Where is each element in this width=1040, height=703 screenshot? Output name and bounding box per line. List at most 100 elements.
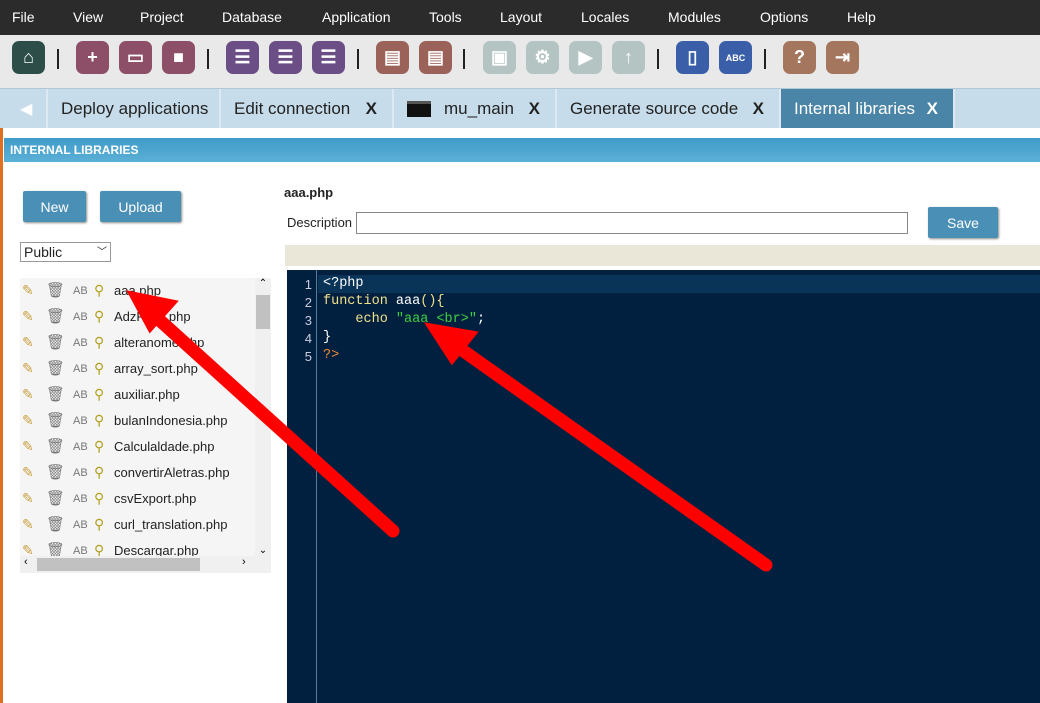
manual-icon[interactable]: ▯ — [676, 41, 709, 74]
new-project-icon[interactable]: + — [76, 41, 109, 74]
tab-mu-main[interactable]: mu_main X — [394, 89, 557, 128]
file-row[interactable]: ✎ 🗑 AB ⚲ curl_translation.php — [20, 513, 255, 539]
search-icon[interactable]: ⚲ — [94, 516, 104, 533]
file-row[interactable]: ✎ 🗑 AB ⚲ Calculaldade.php — [20, 435, 255, 461]
file-name-link[interactable]: Calculaldade.php — [114, 439, 214, 454]
tab-deploy-applications[interactable]: Deploy applications — [48, 89, 221, 128]
search-icon[interactable]: ⚲ — [94, 412, 104, 429]
file-row[interactable]: ✎ 🗑 AB ⚲ array_sort.php — [20, 357, 255, 383]
vertical-scrollbar[interactable]: ⌃ ⌄ — [255, 278, 271, 556]
menu-layout[interactable]: Layout — [500, 9, 542, 25]
trash-icon[interactable]: 🗑 — [46, 515, 65, 533]
edit-icon[interactable]: ✎ — [22, 412, 34, 429]
file-name-link[interactable]: curl_translation.php — [114, 517, 227, 532]
file-row[interactable]: ✎ 🗑 AB ⚲ aaa.php — [20, 279, 255, 305]
run-icon[interactable]: ▶ — [569, 41, 602, 74]
file-row[interactable]: ✎ 🗑 AB ⚲ AdzFunc.php — [20, 305, 255, 331]
settings-icon[interactable]: ⚙ — [526, 41, 559, 74]
search-icon[interactable]: ⚲ — [94, 386, 104, 403]
trash-icon[interactable]: 🗑 — [46, 359, 65, 377]
edit-icon[interactable]: ✎ — [22, 282, 34, 299]
menu-help[interactable]: Help — [847, 9, 876, 25]
save-button[interactable]: Save — [928, 207, 998, 238]
documents-icon[interactable]: ▤ — [419, 41, 452, 74]
new-app-icon[interactable]: ☰ — [226, 41, 259, 74]
edit-icon[interactable]: ✎ — [22, 490, 34, 507]
rename-icon[interactable]: AB — [73, 363, 88, 375]
exit-icon[interactable]: ⇥ — [826, 41, 859, 74]
help-icon[interactable]: ? — [783, 41, 816, 74]
description-input[interactable] — [356, 212, 908, 234]
upload-button[interactable]: Upload — [100, 191, 181, 222]
close-icon[interactable]: X — [753, 99, 764, 119]
search-icon[interactable]: ⚲ — [94, 282, 104, 299]
search-icon[interactable]: ⚲ — [94, 464, 104, 481]
menu-locales[interactable]: Locales — [581, 9, 629, 25]
file-name-link[interactable]: AdzFunc.php — [114, 309, 191, 324]
trash-icon[interactable]: 🗑 — [46, 463, 65, 481]
file-row[interactable]: ✎ 🗑 AB ⚲ auxiliar.php — [20, 383, 255, 409]
rename-icon[interactable]: AB — [73, 337, 88, 349]
project-box-icon[interactable]: ■ — [162, 41, 195, 74]
rename-icon[interactable]: AB — [73, 311, 88, 323]
rename-icon[interactable]: AB — [73, 467, 88, 479]
edit-icon[interactable]: ✎ — [22, 334, 34, 351]
menu-options[interactable]: Options — [760, 9, 808, 25]
rename-icon[interactable]: AB — [73, 389, 88, 401]
search-icon[interactable]: ⚲ — [94, 334, 104, 351]
edit-icon[interactable]: ✎ — [22, 516, 34, 533]
rename-icon[interactable]: AB — [73, 415, 88, 427]
menu-application[interactable]: Application — [322, 9, 391, 25]
close-icon[interactable]: X — [927, 99, 938, 119]
file-name-link[interactable]: convertirAletras.php — [114, 465, 230, 480]
close-icon[interactable]: X — [529, 99, 540, 119]
search-icon[interactable]: ⚲ — [94, 360, 104, 377]
search-icon[interactable]: ⚲ — [94, 308, 104, 325]
menu-tools[interactable]: Tools — [429, 9, 462, 25]
edit-icon[interactable]: ✎ — [22, 464, 34, 481]
tab-edit-connection[interactable]: Edit connection X — [221, 89, 394, 128]
trash-icon[interactable]: 🗑 — [46, 437, 65, 455]
trash-icon[interactable]: 🗑 — [46, 307, 65, 325]
save-icon[interactable]: ▣ — [483, 41, 516, 74]
file-name-link[interactable]: auxiliar.php — [114, 387, 180, 402]
menu-file[interactable]: File — [12, 9, 35, 25]
rename-icon[interactable]: AB — [73, 519, 88, 531]
list-apps-icon[interactable]: ☰ — [312, 41, 345, 74]
menu-view[interactable]: View — [73, 9, 103, 25]
menu-modules[interactable]: Modules — [668, 9, 721, 25]
file-name-link[interactable]: alteranome.php — [114, 335, 204, 350]
close-icon[interactable]: X — [366, 99, 377, 119]
rename-icon[interactable]: AB — [73, 441, 88, 453]
trash-icon[interactable]: 🗑 — [46, 411, 65, 429]
menu-project[interactable]: Project — [140, 9, 184, 25]
file-row[interactable]: ✎ 🗑 AB ⚲ csvExport.php — [20, 487, 255, 513]
home-icon[interactable]: ⌂ — [12, 41, 45, 74]
trash-icon[interactable]: 🗑 — [46, 281, 65, 299]
file-name-link[interactable]: aaa.php — [114, 283, 161, 298]
open-project-icon[interactable]: ▭ — [119, 41, 152, 74]
tab-scroll-left-icon[interactable]: ◀ — [0, 89, 48, 128]
publish-icon[interactable]: ↑ — [612, 41, 645, 74]
document-icon[interactable]: ▤ — [376, 41, 409, 74]
search-icon[interactable]: ⚲ — [94, 438, 104, 455]
file-name-link[interactable]: array_sort.php — [114, 361, 198, 376]
tab-internal-libraries[interactable]: Internal libraries X — [781, 89, 955, 128]
spelling-icon[interactable]: ABC — [719, 41, 752, 74]
edit-icon[interactable]: ✎ — [22, 386, 34, 403]
tab-generate-source-code[interactable]: Generate source code X — [557, 89, 781, 128]
rename-icon[interactable]: AB — [73, 285, 88, 297]
new-button[interactable]: New — [23, 191, 86, 222]
code-editor[interactable]: 1 2 3 4 5 <?php function aaa(){ echo "aa… — [287, 270, 1040, 703]
menu-database[interactable]: Database — [222, 9, 282, 25]
search-icon[interactable]: ⚲ — [94, 490, 104, 507]
rename-icon[interactable]: AB — [73, 493, 88, 505]
edit-app-icon[interactable]: ☰ — [269, 41, 302, 74]
scope-select[interactable]: Public ﹀ — [20, 242, 111, 262]
edit-icon[interactable]: ✎ — [22, 438, 34, 455]
horizontal-scrollbar[interactable]: ‹ › — [20, 556, 271, 573]
file-row[interactable]: ✎ 🗑 AB ⚲ convertirAletras.php — [20, 461, 255, 487]
file-name-link[interactable]: csvExport.php — [114, 491, 196, 506]
edit-icon[interactable]: ✎ — [22, 308, 34, 325]
trash-icon[interactable]: 🗑 — [46, 333, 65, 351]
